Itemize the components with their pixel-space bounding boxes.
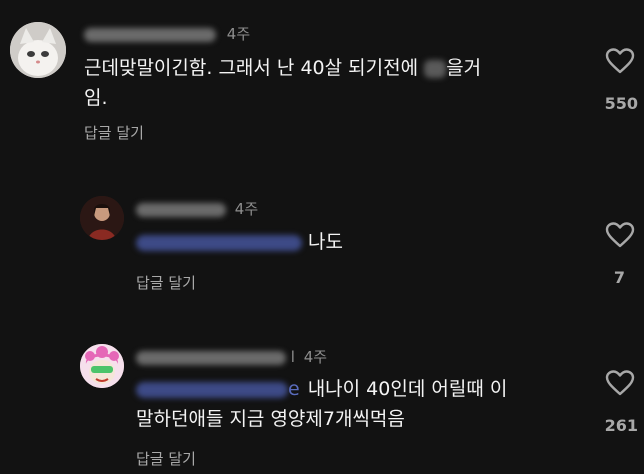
comment-time: 4주 [303,348,328,366]
mention-tail[interactable]: e [288,378,300,400]
heart-outline-icon [605,370,635,396]
like-count: 261 [604,416,638,435]
comment-text-line-1: 내나이 40인데 어릴때 이 [307,378,508,400]
username-tail: l [290,348,295,366]
comment-text: e 내나이 40인데 어릴때 이 말하던애들 지금 영양제7개씩먹음 [136,374,507,434]
user-avatar[interactable] [80,344,124,388]
comment-3: l 4주 e 내나이 40인데 어릴때 이 말하던애들 지금 영양제7개씩먹음 답… [0,0,644,474]
username-redacted [136,350,286,365]
cartoon-avatar-icon [80,344,124,388]
reply-button[interactable]: 답글 달기 [136,448,196,469]
mention-redacted[interactable] [136,381,288,398]
username[interactable]: l 4주 [136,346,327,367]
comment-text-line-2: 말하던애들 지금 영양제7개씩먹음 [136,408,405,430]
like-button[interactable] [605,370,635,396]
